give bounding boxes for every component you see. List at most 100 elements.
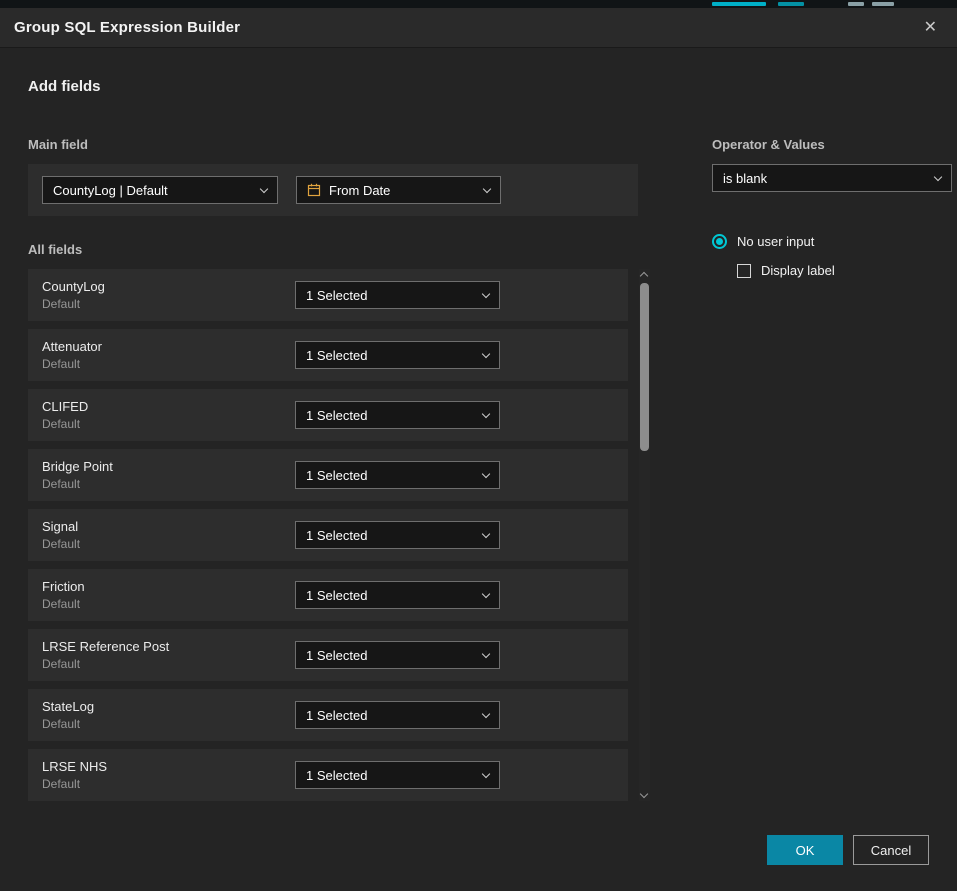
chevron-down-icon bbox=[482, 469, 490, 477]
field-row-names: Bridge Point Default bbox=[42, 459, 295, 491]
field-name: Attenuator bbox=[42, 339, 295, 354]
dialog-header: Group SQL Expression Builder ✕ bbox=[0, 8, 957, 48]
field-row-names: StateLog Default bbox=[42, 699, 295, 731]
operator-column: Operator & Values is blank No user input… bbox=[712, 117, 952, 801]
background-app-strip bbox=[0, 0, 957, 8]
no-user-input-radio[interactable]: No user input bbox=[712, 234, 952, 249]
main-field-label: Main field bbox=[28, 137, 650, 152]
display-label-label: Display label bbox=[761, 263, 835, 278]
field-sublabel: Default bbox=[42, 477, 295, 491]
main-field-select-value: From Date bbox=[329, 183, 390, 198]
close-icon[interactable]: ✕ bbox=[918, 16, 943, 40]
field-row: CLIFED Default 1 Selected bbox=[28, 389, 628, 441]
field-row: CountyLog Default 1 Selected bbox=[28, 269, 628, 321]
chevron-down-icon bbox=[934, 172, 942, 180]
no-user-input-label: No user input bbox=[737, 234, 814, 249]
calendar-icon bbox=[307, 183, 321, 197]
fields-column: Main field CountyLog | Default bbox=[28, 117, 650, 801]
field-sublabel: Default bbox=[42, 777, 295, 791]
field-row-names: Attenuator Default bbox=[42, 339, 295, 371]
chevron-down-icon bbox=[482, 709, 490, 717]
field-count-select[interactable]: 1 Selected bbox=[295, 701, 500, 729]
dialog-body: Add fields Main field CountyLog | Defaul… bbox=[0, 48, 957, 891]
field-count-select[interactable]: 1 Selected bbox=[295, 521, 500, 549]
scrollbar-thumb[interactable] bbox=[640, 283, 649, 451]
field-row: Signal Default 1 Selected bbox=[28, 509, 628, 561]
background-ui-fragment bbox=[872, 2, 894, 6]
background-ui-fragment bbox=[712, 2, 766, 6]
field-sublabel: Default bbox=[42, 537, 295, 551]
operator-select[interactable]: is blank bbox=[712, 164, 952, 192]
background-ui-fragment bbox=[848, 2, 864, 6]
field-count-value: 1 Selected bbox=[306, 648, 367, 663]
chevron-down-icon bbox=[482, 529, 490, 537]
field-count-value: 1 Selected bbox=[306, 528, 367, 543]
field-count-select[interactable]: 1 Selected bbox=[295, 401, 500, 429]
field-count-value: 1 Selected bbox=[306, 408, 367, 423]
radio-icon bbox=[712, 234, 727, 249]
field-sublabel: Default bbox=[42, 657, 295, 671]
chevron-down-icon bbox=[482, 589, 490, 597]
field-name: Bridge Point bbox=[42, 459, 295, 474]
field-row: Bridge Point Default 1 Selected bbox=[28, 449, 628, 501]
main-field-select[interactable]: From Date bbox=[296, 176, 501, 204]
dialog-footer: OK Cancel bbox=[767, 835, 929, 865]
chevron-down-icon bbox=[483, 184, 491, 192]
checkbox-icon bbox=[737, 264, 751, 278]
field-row: LRSE Reference Post Default 1 Selected bbox=[28, 629, 628, 681]
field-name: CLIFED bbox=[42, 399, 295, 414]
background-ui-fragment bbox=[778, 2, 804, 6]
field-count-value: 1 Selected bbox=[306, 348, 367, 363]
cancel-button[interactable]: Cancel bbox=[853, 835, 929, 865]
field-count-select[interactable]: 1 Selected bbox=[295, 461, 500, 489]
field-row: Attenuator Default 1 Selected bbox=[28, 329, 628, 381]
field-row-names: Signal Default bbox=[42, 519, 295, 551]
chevron-down-icon bbox=[482, 409, 490, 417]
field-name: Signal bbox=[42, 519, 295, 534]
operator-select-value: is blank bbox=[723, 171, 767, 186]
layer-select[interactable]: CountyLog | Default bbox=[42, 176, 278, 204]
field-count-select[interactable]: 1 Selected bbox=[295, 761, 500, 789]
field-count-value: 1 Selected bbox=[306, 288, 367, 303]
field-count-select[interactable]: 1 Selected bbox=[295, 641, 500, 669]
field-row-names: CLIFED Default bbox=[42, 399, 295, 431]
field-sublabel: Default bbox=[42, 717, 295, 731]
all-fields-label: All fields bbox=[28, 242, 650, 257]
page: Group SQL Expression Builder ✕ Add field… bbox=[0, 0, 957, 891]
field-row-names: LRSE NHS Default bbox=[42, 759, 295, 791]
field-count-value: 1 Selected bbox=[306, 708, 367, 723]
chevron-down-icon bbox=[482, 349, 490, 357]
chevron-down-icon bbox=[482, 289, 490, 297]
all-fields-list: CountyLog Default 1 Selected Attenuator … bbox=[28, 269, 628, 801]
scrollbar[interactable] bbox=[639, 269, 650, 801]
chevron-down-icon bbox=[482, 769, 490, 777]
field-count-select[interactable]: 1 Selected bbox=[295, 281, 500, 309]
field-count-value: 1 Selected bbox=[306, 588, 367, 603]
field-sublabel: Default bbox=[42, 297, 295, 311]
dialog-columns: Main field CountyLog | Default bbox=[28, 117, 929, 801]
chevron-down-icon bbox=[482, 649, 490, 657]
field-row: StateLog Default 1 Selected bbox=[28, 689, 628, 741]
field-row-names: Friction Default bbox=[42, 579, 295, 611]
field-name: LRSE NHS bbox=[42, 759, 295, 774]
ok-button[interactable]: OK bbox=[767, 835, 843, 865]
field-sublabel: Default bbox=[42, 597, 295, 611]
scroll-down-icon[interactable] bbox=[640, 790, 648, 798]
dialog-title: Group SQL Expression Builder bbox=[14, 19, 240, 36]
field-row-names: CountyLog Default bbox=[42, 279, 295, 311]
field-row: LRSE NHS Default 1 Selected bbox=[28, 749, 628, 801]
sql-expression-builder-dialog: Group SQL Expression Builder ✕ Add field… bbox=[0, 8, 957, 891]
field-count-value: 1 Selected bbox=[306, 468, 367, 483]
field-name: StateLog bbox=[42, 699, 295, 714]
chevron-down-icon bbox=[260, 184, 268, 192]
field-name: LRSE Reference Post bbox=[42, 639, 295, 654]
field-count-select[interactable]: 1 Selected bbox=[295, 341, 500, 369]
field-count-select[interactable]: 1 Selected bbox=[295, 581, 500, 609]
layer-select-value: CountyLog | Default bbox=[53, 183, 168, 198]
main-field-panel: CountyLog | Default bbox=[28, 164, 638, 216]
add-fields-heading: Add fields bbox=[28, 48, 929, 95]
field-row: Friction Default 1 Selected bbox=[28, 569, 628, 621]
field-name: CountyLog bbox=[42, 279, 295, 294]
display-label-checkbox[interactable]: Display label bbox=[737, 263, 952, 278]
scroll-up-icon[interactable] bbox=[640, 272, 648, 280]
